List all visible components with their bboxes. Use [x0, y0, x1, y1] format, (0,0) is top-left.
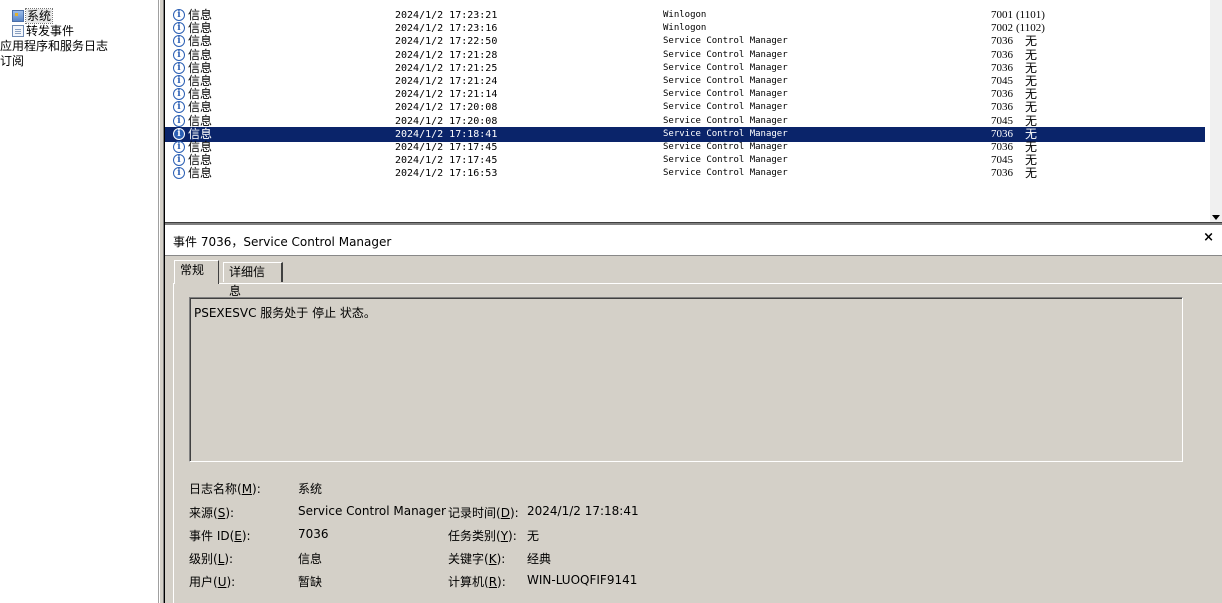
event-id-cell: 7036 — [991, 167, 1013, 180]
label-level: 级别(L): — [189, 552, 234, 566]
info-icon: i — [173, 35, 185, 48]
info-icon: i — [173, 75, 185, 87]
info-icon: i — [173, 88, 185, 101]
label-logged: 记录时间(D): — [448, 506, 519, 520]
level-cell: 信息 — [188, 166, 213, 181]
info-icon: i — [173, 127, 185, 140]
system-log-icon — [12, 10, 24, 22]
tab-general[interactable]: 常规 — [174, 260, 219, 284]
tree-item-subscriptions[interactable]: 订阅 — [0, 54, 24, 68]
label-computer: 计算机(R): — [448, 575, 506, 589]
tree-item-label: 转发事件 — [26, 24, 75, 38]
description-inner — [190, 298, 1182, 461]
tree-item-forwarded[interactable]: 转发事件 — [12, 24, 74, 38]
info-icon: i — [173, 61, 185, 74]
value-computer: WIN-LUOQFIF9141 — [527, 573, 638, 587]
value-logged: 2024/1/2 17:18:41 — [527, 504, 639, 518]
value-log-name: 系统 — [298, 482, 323, 496]
tab-details[interactable]: 详细信息 — [223, 262, 283, 298]
detail-title: 事件 7036，Service Control Manager — [173, 235, 392, 249]
task-category-cell: 无 — [1025, 166, 1038, 181]
label-log-name: 日志名称(M): — [189, 482, 261, 496]
value-level: 信息 — [298, 552, 323, 566]
tree-item-app-services[interactable]: 应用程序和服务日志 — [0, 39, 108, 53]
event-list: i 信息 2024/1/2 17:23:21 Winlogon 7001 (1101) i 信… — [165, 0, 1210, 222]
info-icon: i — [173, 22, 185, 35]
value-event-id: 7036 — [298, 527, 329, 541]
log-tree: 系统 转发事件 应用程序和服务日志 订阅 — [0, 0, 160, 603]
info-icon: i — [173, 154, 185, 167]
label-source: 来源(S): — [189, 506, 235, 520]
tree-item-label: 应用程序和服务日志 — [0, 39, 109, 53]
label-keywords: 关键字(K): — [448, 552, 506, 566]
label-user: 用户(U): — [189, 575, 236, 589]
info-icon: i — [173, 167, 185, 180]
info-icon: i — [173, 141, 185, 153]
table-row[interactable]: i 信息 2024/1/2 17:16:53 Service Control Mana… — [165, 166, 1205, 181]
value-keywords: 经典 — [527, 552, 552, 566]
source-cell: Service Control Manager — [663, 168, 788, 179]
pane-splitter[interactable] — [157, 0, 165, 603]
label-task-category: 任务类别(Y): — [448, 529, 517, 543]
info-icon: i — [173, 114, 185, 127]
tree-item-label: 订阅 — [0, 54, 25, 68]
scroll-down-icon[interactable] — [1212, 215, 1220, 220]
event-list-scrollbar[interactable] — [1210, 0, 1222, 222]
value-source: Service Control Manager — [298, 504, 446, 518]
tree-item-label: 系统 — [24, 8, 54, 24]
tree-item-system[interactable]: 系统 — [12, 8, 54, 24]
value-user: 暂缺 — [298, 575, 323, 589]
info-icon: i — [173, 48, 185, 61]
info-icon: i — [173, 101, 185, 114]
value-task-category: 无 — [527, 529, 540, 543]
info-icon: i — [173, 9, 185, 21]
description-text: PSEXESVC 服务处于 停止 状态。 — [194, 306, 376, 320]
event-detail-panel: 事件 7036，Service Control Manager × 常规 详细信… — [165, 225, 1222, 603]
log-file-icon — [12, 25, 24, 37]
close-icon[interactable]: × — [1203, 230, 1214, 245]
label-event-id: 事件 ID(E): — [189, 529, 251, 543]
datetime-cell: 2024/1/2 17:16:53 — [395, 168, 498, 180]
description-box[interactable]: PSEXESVC 服务处于 停止 状态。 — [189, 297, 1183, 462]
detail-header: 事件 7036，Service Control Manager × — [165, 225, 1222, 256]
